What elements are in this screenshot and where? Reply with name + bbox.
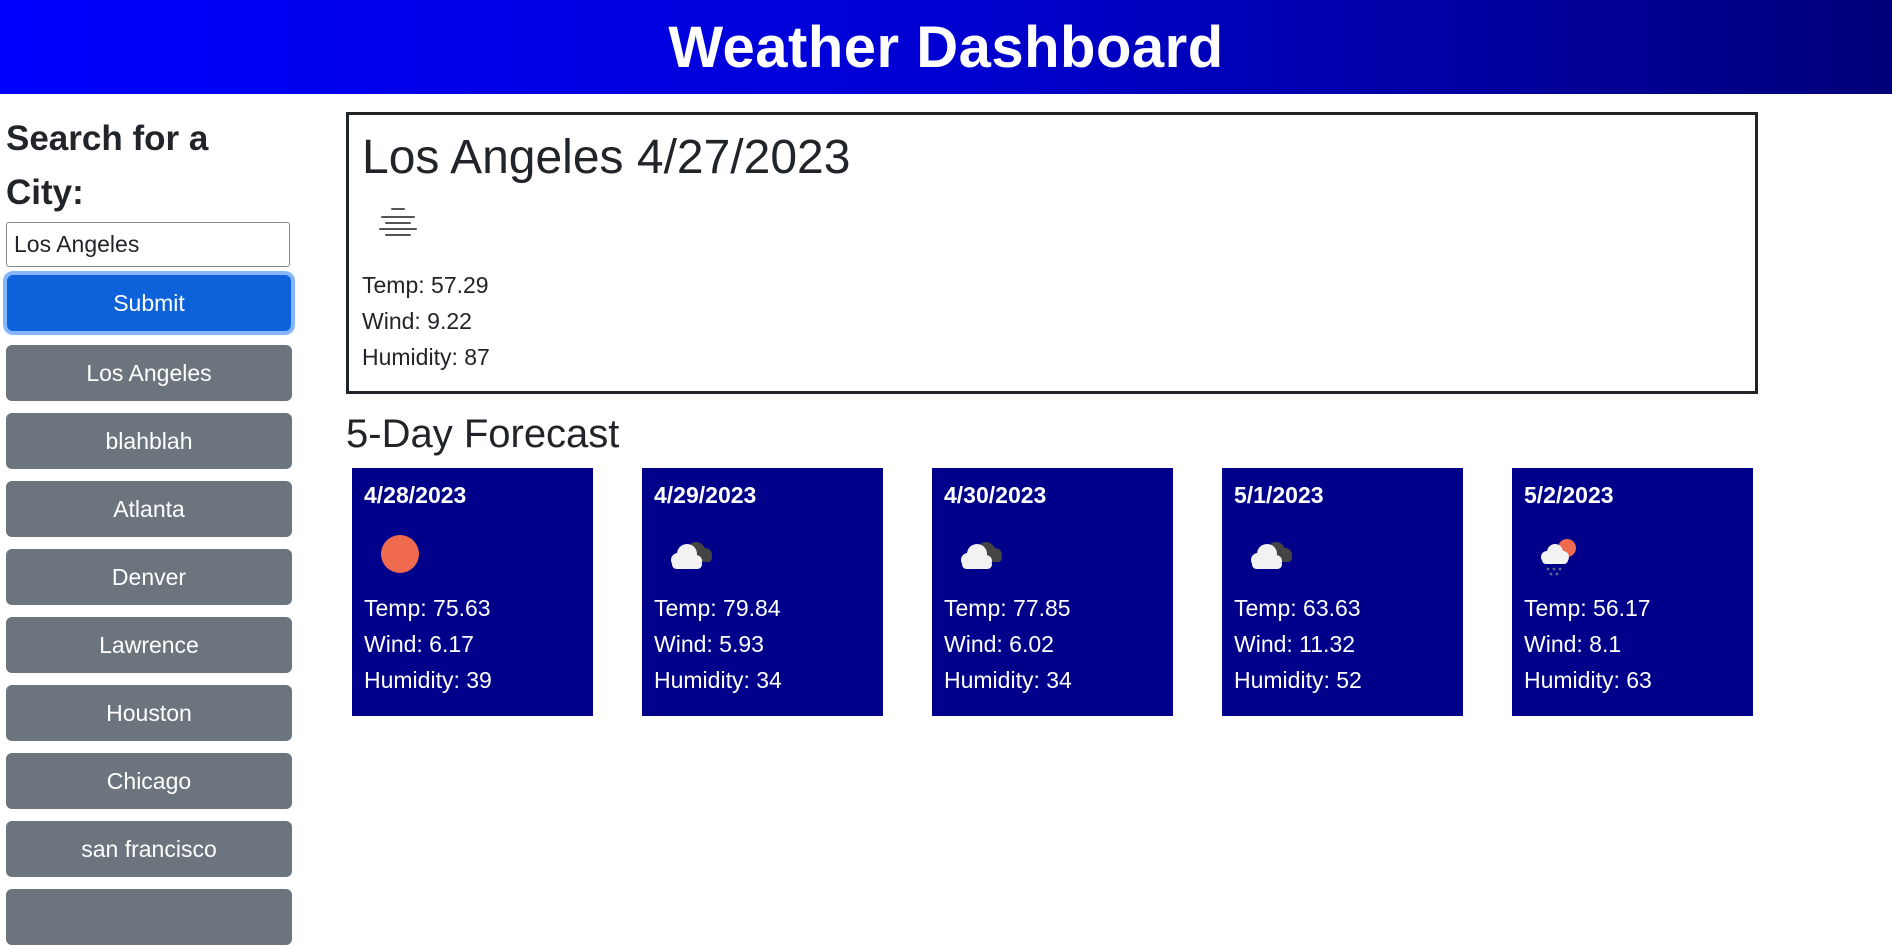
forecast-humidity: Humidity: 52 (1234, 667, 1362, 693)
broken-clouds-icon (1240, 524, 1300, 584)
history-button[interactable]: Los Angeles (6, 345, 292, 401)
forecast-date: 4/30/2023 (944, 482, 1047, 508)
forecast-temp: Temp: 56.17 (1524, 595, 1651, 621)
forecast-temp: Temp: 79.84 (654, 595, 781, 621)
mist-icon (368, 201, 440, 261)
forecast-card: 4/30/2023 Temp: 77.85 Wind: 6.02 Humidit… (932, 468, 1173, 716)
forecast-date: 4/29/2023 (654, 482, 757, 508)
search-history-list: Los Angeles blahblah Atlanta Denver Lawr… (6, 345, 292, 945)
broken-clouds-icon (660, 524, 720, 584)
broken-clouds-icon (950, 524, 1010, 584)
current-city-date: Los Angeles 4/27/2023 (362, 131, 851, 184)
current-weather-card: Los Angeles 4/27/2023 Temp: 57.29 Wind: … (346, 112, 1758, 394)
page-title: Weather Dashboard (668, 14, 1224, 80)
forecast-wind: Wind: 8.1 (1524, 631, 1622, 657)
history-button[interactable]: Chicago (6, 753, 292, 809)
city-search-input[interactable] (6, 222, 290, 267)
forecast-stats: Temp: 75.63 Wind: 6.17 Humidity: 39 (364, 590, 581, 698)
forecast-temp: Temp: 75.63 (364, 595, 491, 621)
forecast-wind: Wind: 6.17 (364, 631, 474, 657)
history-button[interactable]: Lawrence (6, 617, 292, 673)
forecast-title: 5-Day Forecast (346, 412, 620, 456)
current-stats: Temp: 57.29 Wind: 9.22 Humidity: 87 (362, 267, 1742, 375)
history-button[interactable]: blahblah (6, 413, 292, 469)
history-button[interactable]: Atlanta (6, 481, 292, 537)
current-temp: Temp: 57.29 (362, 272, 489, 298)
current-wind: Wind: 9.22 (362, 308, 472, 334)
forecast-temp: Temp: 63.63 (1234, 595, 1361, 621)
forecast-card: 4/29/2023 Temp: 79.84 Wind: 5.93 Humidit… (642, 468, 883, 716)
rain-sun-icon (1530, 524, 1590, 584)
forecast-wind: Wind: 11.32 (1234, 631, 1356, 657)
forecast-humidity: Humidity: 63 (1524, 667, 1652, 693)
submit-button[interactable]: Submit (7, 275, 291, 331)
history-button[interactable]: san francisco (6, 821, 292, 877)
forecast-card: 4/28/2023 Temp: 75.63 Wind: 6.17 Humidit… (352, 468, 593, 716)
sun-icon (370, 524, 430, 584)
forecast-cards: 4/28/2023 Temp: 75.63 Wind: 6.17 Humidit… (352, 468, 1758, 716)
forecast-humidity: Humidity: 34 (654, 667, 782, 693)
current-humidity: Humidity: 87 (362, 344, 490, 370)
forecast-wind: Wind: 6.02 (944, 631, 1054, 657)
forecast-humidity: Humidity: 39 (364, 667, 492, 693)
search-sidebar: Search for a City: Submit Los Angeles bl… (6, 112, 292, 945)
page-header: Weather Dashboard (0, 0, 1892, 94)
search-label: Search for a City: (6, 119, 209, 212)
forecast-card: 5/1/2023 Temp: 63.63 Wind: 11.32 Humidit… (1222, 468, 1463, 716)
forecast-stats: Temp: 63.63 Wind: 11.32 Humidity: 52 (1234, 590, 1451, 698)
history-button-partial[interactable] (6, 889, 292, 945)
history-button[interactable]: Denver (6, 549, 292, 605)
forecast-date: 4/28/2023 (364, 482, 467, 508)
forecast-stats: Temp: 79.84 Wind: 5.93 Humidity: 34 (654, 590, 871, 698)
history-button[interactable]: Houston (6, 685, 292, 741)
forecast-stats: Temp: 56.17 Wind: 8.1 Humidity: 63 (1524, 590, 1741, 698)
forecast-wind: Wind: 5.93 (654, 631, 764, 657)
main-content: Los Angeles 4/27/2023 Temp: 57.29 Wind: … (346, 112, 1758, 716)
forecast-card: 5/2/2023 Temp: 56.17 Wind: 8.1 Humidity:… (1512, 468, 1753, 716)
forecast-stats: Temp: 77.85 Wind: 6.02 Humidity: 34 (944, 590, 1161, 698)
forecast-date: 5/2/2023 (1524, 482, 1614, 508)
forecast-date: 5/1/2023 (1234, 482, 1324, 508)
forecast-temp: Temp: 77.85 (944, 595, 1071, 621)
forecast-humidity: Humidity: 34 (944, 667, 1072, 693)
